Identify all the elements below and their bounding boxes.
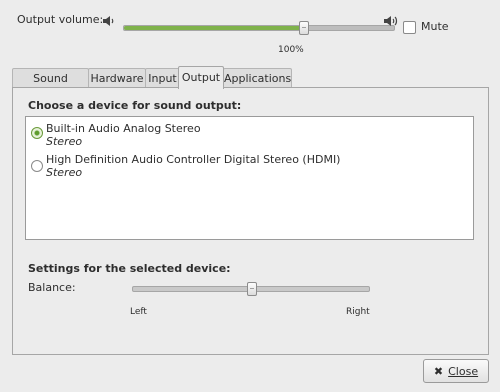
close-button-label: Close [448, 364, 479, 378]
balance-slider-handle[interactable] [247, 282, 257, 296]
output-volume-slider-handle[interactable] [298, 21, 309, 35]
device-radio-hdmi[interactable] [31, 160, 43, 172]
tab-sound-effects[interactable]: Sound Effects [12, 68, 89, 104]
balance-left-label: Left [130, 307, 147, 317]
device-profile-hdmi: Stereo [46, 166, 83, 179]
mute-checkbox[interactable] [403, 21, 416, 34]
choose-device-heading: Choose a device for sound output: [28, 99, 242, 112]
tab-hardware[interactable]: Hardware [88, 68, 146, 88]
speaker-high-icon [384, 16, 398, 26]
tab-applications[interactable]: Applications [223, 68, 292, 88]
output-volume-label: Output volume: [17, 13, 104, 26]
tab-output[interactable]: Output [178, 66, 224, 89]
close-button[interactable]: ✖ Close [423, 359, 489, 383]
device-name-hdmi[interactable]: High Definition Audio Controller Digital… [46, 153, 340, 166]
device-profile-builtin: Stereo [46, 135, 83, 148]
output-volume-slider-fill [124, 26, 304, 30]
device-name-builtin[interactable]: Built-in Audio Analog Stereo [46, 122, 201, 135]
output-volume-slider[interactable] [123, 21, 395, 35]
mute-label[interactable]: Mute [421, 20, 449, 33]
balance-right-label: Right [346, 307, 370, 317]
output-device-list[interactable]: Built-in Audio Analog Stereo Stereo High… [25, 116, 474, 240]
device-radio-builtin[interactable] [31, 127, 43, 139]
output-volume-value: 100% [278, 45, 304, 55]
speaker-low-icon [103, 16, 114, 26]
tab-input[interactable]: Input [145, 68, 180, 88]
balance-label: Balance: [28, 281, 76, 294]
balance-slider[interactable] [132, 282, 370, 296]
close-icon: ✖ [433, 364, 444, 378]
settings-heading: Settings for the selected device: [28, 262, 231, 275]
